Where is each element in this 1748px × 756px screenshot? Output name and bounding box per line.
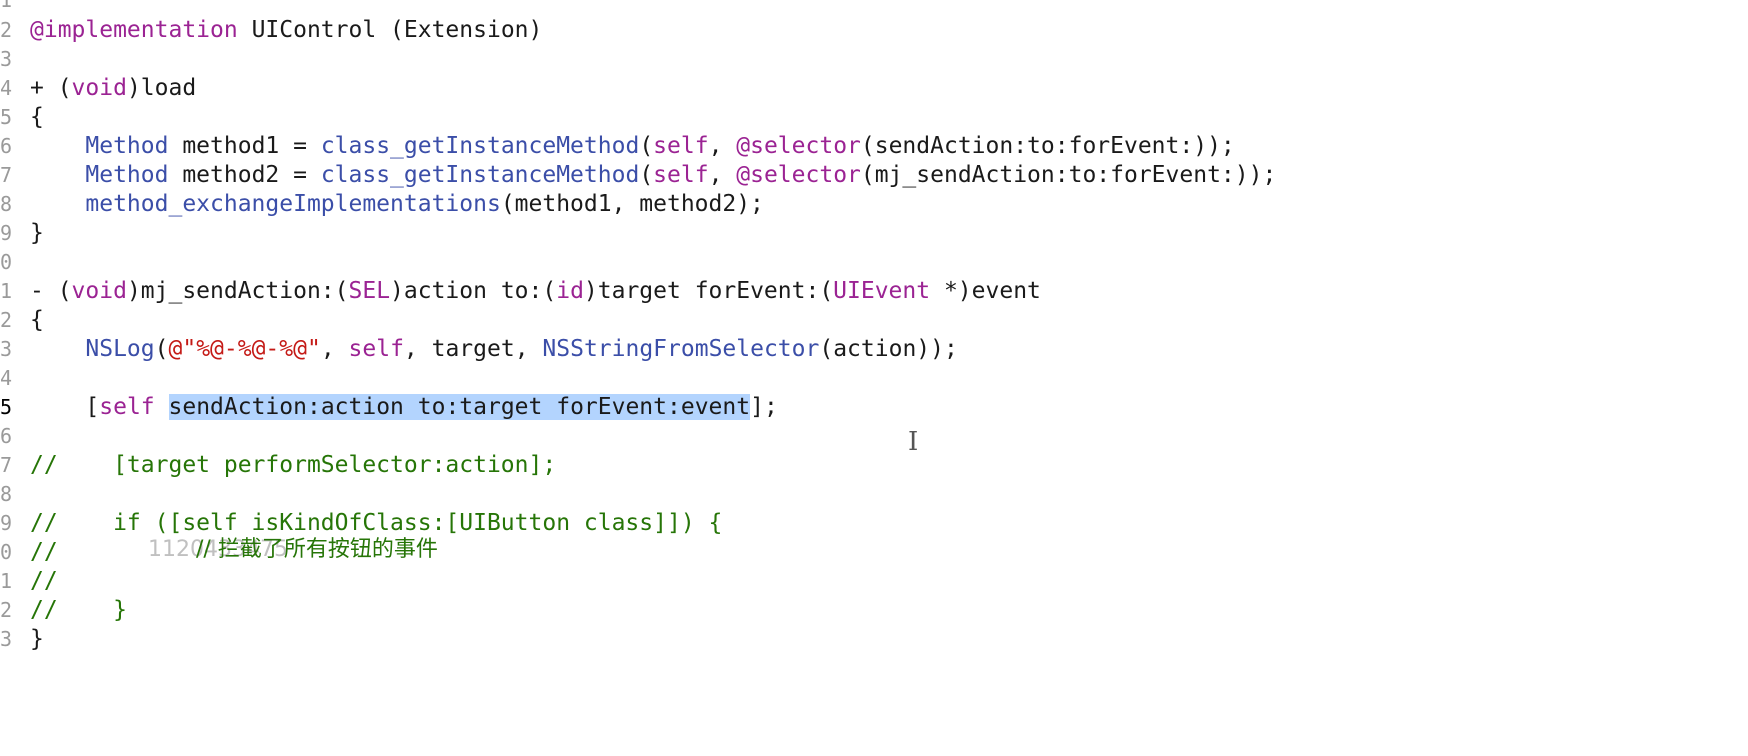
code-line-method2[interactable]: Method method2 = class_getInstanceMethod… [30,159,1276,191]
code-token: *)event [930,278,1041,304]
line-number: 5 [0,105,12,129]
keyword-implementation: @implementation [30,17,238,43]
type-method: Method [85,133,169,159]
code-token: { [30,104,44,130]
code-token: (mj_sendAction:to:forEvent:)); [860,162,1277,188]
chinese-comment: // 拦截了所有按钮的事件 [196,537,438,562]
code-token: method2 = [168,162,321,188]
code-line-load-signature[interactable]: + (void)load [30,72,196,104]
line-number: 9 [0,511,12,535]
code-token: [ [30,394,100,420]
line-number: 3 [0,47,12,71]
function-call: method_exchangeImplementations [85,191,501,217]
line-number: 4 [0,76,12,100]
line-number: 2 [0,598,12,622]
code-line-open-brace[interactable]: { [30,101,44,133]
type-id: id [556,278,584,304]
line-number: 7 [0,163,12,187]
function-call: NSStringFromSelector [542,336,820,362]
line-number: 1 [0,569,12,593]
line-number: 2 [0,308,12,332]
line-number: 2 [0,18,12,42]
code-token: { [30,307,44,333]
line-number: 7 [0,453,12,477]
keyword-void: void [71,278,127,304]
keyword-self: self [653,133,709,159]
code-line-comment[interactable]: // if ([self isKindOfClass:[UIButton cla… [30,507,722,539]
code-token: , [708,133,737,159]
code-token: (sendAction:to:forEvent:)); [860,133,1235,159]
line-number: 3 [0,627,12,651]
code-token: ( [639,162,654,188]
type-method: Method [85,162,169,188]
code-line-send-action[interactable]: [self sendAction:action to:target forEve… [30,391,778,423]
code-token: , target, [403,336,543,362]
class-name: UIControl (Extension) [237,17,543,43]
code-line-comment[interactable]: // [target performSelector:action]; [30,449,556,481]
code-line-comment[interactable]: // [30,536,58,568]
code-token: (method1, method2); [500,191,764,217]
type-sel: SEL [348,278,391,304]
code-line-exchange[interactable]: method_exchangeImplementations(method1, … [30,188,764,220]
keyword-self: self [348,336,404,362]
line-number: 8 [0,482,12,506]
selected-text[interactable]: sendAction:action to:target forEvent:eve… [168,394,751,420]
code-line-method1[interactable]: Method method1 = class_getInstanceMethod… [30,130,1235,162]
code-line-close-brace[interactable]: } [30,623,44,655]
code-token: } [30,626,44,652]
code-token: )target forEvent:( [583,278,834,304]
code-editor[interactable]: 1 2 3 4 5 6 7 8 9 0 1 2 3 4 5 6 7 8 9 0 … [0,0,1748,756]
code-token: )load [126,75,197,101]
code-token: ]; [750,394,778,420]
line-number: 8 [0,192,12,216]
line-number-active: 5 [0,395,12,419]
line-number: 6 [0,424,12,448]
function-call: class_getInstanceMethod [320,162,640,188]
line-number: 0 [0,250,12,274]
keyword-void: void [71,75,127,101]
string-literal: @"%@-%@-%@" [168,336,321,362]
keyword-selector: @selector [736,133,861,159]
code-token: - ( [30,278,72,304]
code-token: , [320,336,349,362]
line-number: 6 [0,134,12,158]
line-number: 0 [0,540,12,564]
code-line-open-brace[interactable]: { [30,304,44,336]
code-token: ( [154,336,169,362]
code-token: method1 = [168,133,321,159]
keyword-self: self [99,394,155,420]
function-call: class_getInstanceMethod [320,133,640,159]
code-line-comment[interactable]: // [30,565,58,597]
code-line-close-brace[interactable]: } [30,217,44,249]
code-token: } [30,220,44,246]
line-number: 4 [0,366,12,390]
code-line-comment[interactable]: // } [30,594,127,626]
code-token: ( [639,133,654,159]
line-number: 9 [0,221,12,245]
keyword-self: self [653,162,709,188]
keyword-selector: @selector [736,162,861,188]
type-uievent: UIEvent [833,278,931,304]
code-token: , [708,162,737,188]
code-token: )mj_sendAction:( [126,278,349,304]
code-token: (action)); [819,336,958,362]
code-token: )action to:( [390,278,557,304]
line-number: 1 [0,279,12,303]
text-cursor-icon: I [908,427,919,457]
code-line-nslog[interactable]: NSLog(@"%@-%@-%@", self, target, NSStrin… [30,333,958,365]
code-token: + ( [30,75,72,101]
code-line-implementation[interactable]: @implementation UIControl (Extension) [30,14,542,46]
line-number: 3 [0,337,12,361]
code-line-mj-sendaction-signature[interactable]: - (void)mj_sendAction:(SEL)action to:(id… [30,275,1041,307]
function-call: NSLog [85,336,155,362]
